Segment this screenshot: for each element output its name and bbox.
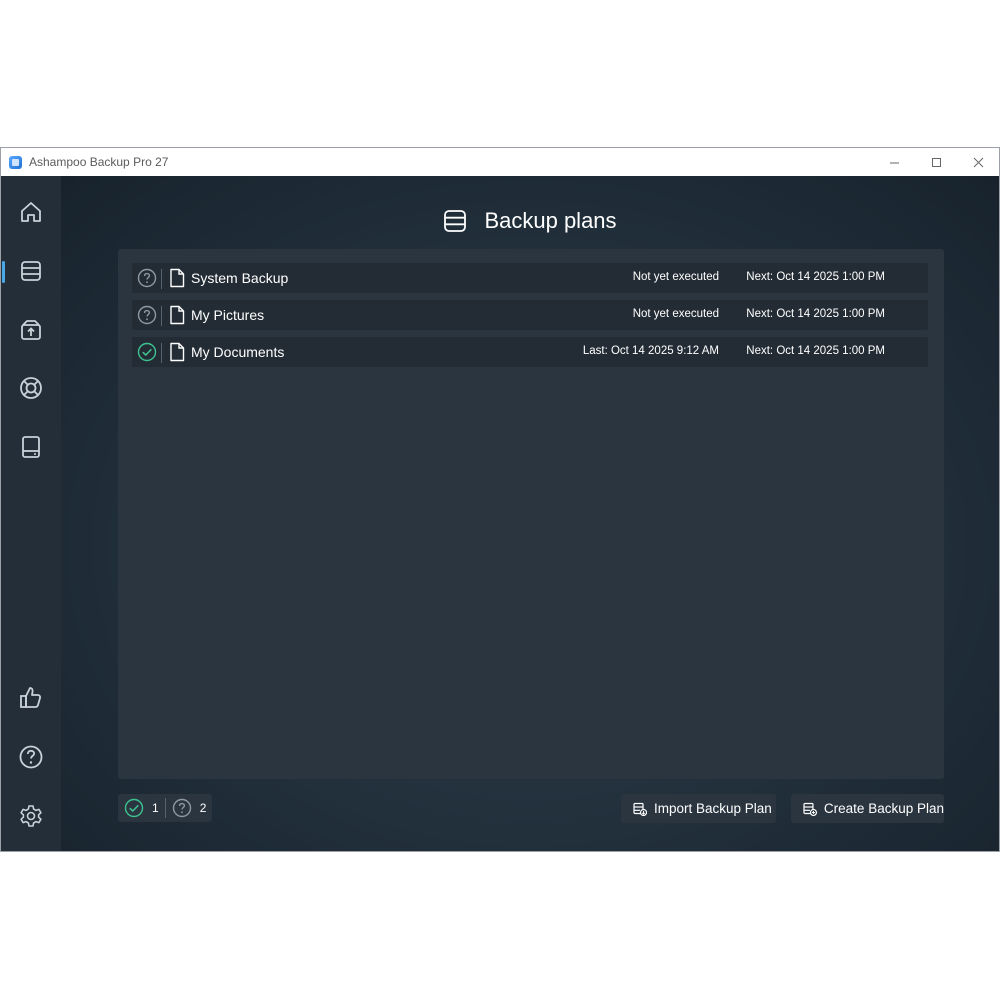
close-button[interactable] bbox=[957, 148, 999, 176]
document-icon bbox=[170, 342, 185, 362]
backup-plans-list: System Backup Not yet executed Next: Oct… bbox=[118, 249, 944, 779]
plan-next-run: Next: Oct 14 2025 1:00 PM bbox=[746, 271, 885, 283]
main-content: Backup plans System Backup Not yet execu… bbox=[61, 176, 999, 851]
document-icon bbox=[170, 268, 185, 288]
sidebar-item-support[interactable] bbox=[1, 366, 61, 410]
lifebuoy-icon bbox=[20, 377, 42, 399]
plan-last-run: Last: Oct 14 2025 9:12 AM bbox=[582, 345, 719, 357]
sidebar-item-feedback[interactable] bbox=[1, 676, 61, 720]
unknown-count: 2 bbox=[199, 801, 207, 815]
maximize-icon bbox=[931, 157, 941, 167]
restore-icon bbox=[21, 320, 41, 340]
question-status-icon bbox=[137, 305, 157, 325]
drive-icon bbox=[22, 436, 40, 458]
question-status-icon bbox=[137, 268, 157, 288]
page-title: Backup plans bbox=[484, 208, 617, 233]
import-backup-plan-button[interactable]: Import Backup Plan bbox=[621, 794, 776, 823]
status-summary: 1 2 bbox=[118, 794, 212, 822]
plan-name: My Pictures bbox=[191, 307, 265, 323]
sidebar-item-home[interactable] bbox=[1, 190, 61, 234]
app-logo-icon bbox=[9, 155, 22, 169]
page-header: Backup plans bbox=[61, 206, 999, 236]
minimize-icon bbox=[889, 162, 899, 163]
thumbs-up-icon bbox=[20, 687, 42, 708]
plan-row[interactable]: My Documents Last: Oct 14 2025 9:12 AM N… bbox=[132, 337, 928, 367]
row-separator bbox=[161, 269, 162, 289]
home-icon bbox=[21, 202, 41, 222]
sidebar-item-restore[interactable] bbox=[1, 308, 61, 352]
backup-plans-icon bbox=[21, 261, 41, 281]
plan-last-run: Not yet executed bbox=[632, 271, 719, 283]
row-separator bbox=[161, 343, 162, 363]
import-backup-plan-label: Import Backup Plan bbox=[654, 801, 772, 816]
backup-plans-icon bbox=[444, 210, 467, 232]
plan-last-run: Not yet executed bbox=[632, 308, 719, 320]
help-icon bbox=[19, 745, 43, 769]
sidebar-item-help[interactable] bbox=[1, 735, 61, 779]
create-backup-plan-button[interactable]: Create Backup Plan bbox=[791, 794, 944, 823]
plan-row[interactable]: System Backup Not yet executed Next: Oct… bbox=[132, 263, 928, 293]
create-backup-plan-label: Create Backup Plan bbox=[823, 801, 944, 816]
document-icon bbox=[170, 305, 185, 325]
sidebar-item-drives[interactable] bbox=[1, 425, 61, 469]
create-icon bbox=[803, 802, 817, 816]
title-bar[interactable]: Ashampoo Backup Pro 27 bbox=[1, 148, 999, 176]
sidebar-item-backup-plans[interactable] bbox=[1, 249, 61, 293]
check-status-icon bbox=[137, 342, 157, 362]
status-separator bbox=[164, 798, 166, 818]
minimize-button[interactable] bbox=[873, 148, 915, 176]
window-title: Ashampoo Backup Pro 27 bbox=[29, 155, 169, 169]
close-icon bbox=[973, 157, 983, 167]
question-status-icon bbox=[172, 798, 191, 818]
sidebar-item-settings[interactable] bbox=[1, 794, 61, 838]
active-indicator bbox=[2, 261, 5, 283]
sidebar bbox=[1, 176, 61, 851]
plan-next-run: Next: Oct 14 2025 1:00 PM bbox=[746, 345, 885, 357]
settings-icon bbox=[20, 805, 42, 827]
check-status-icon bbox=[124, 798, 144, 818]
maximize-button[interactable] bbox=[915, 148, 957, 176]
plan-row[interactable]: My Pictures Not yet executed Next: Oct 1… bbox=[132, 300, 928, 330]
window-controls bbox=[873, 148, 999, 176]
app-window: Ashampoo Backup Pro 27 Backup plans Syst… bbox=[0, 147, 1000, 852]
plan-next-run: Next: Oct 14 2025 1:00 PM bbox=[746, 308, 885, 320]
plan-name: System Backup bbox=[191, 270, 289, 286]
success-count: 1 bbox=[152, 801, 159, 815]
plan-name: My Documents bbox=[191, 344, 285, 360]
import-icon bbox=[633, 802, 647, 816]
row-separator bbox=[161, 306, 162, 326]
